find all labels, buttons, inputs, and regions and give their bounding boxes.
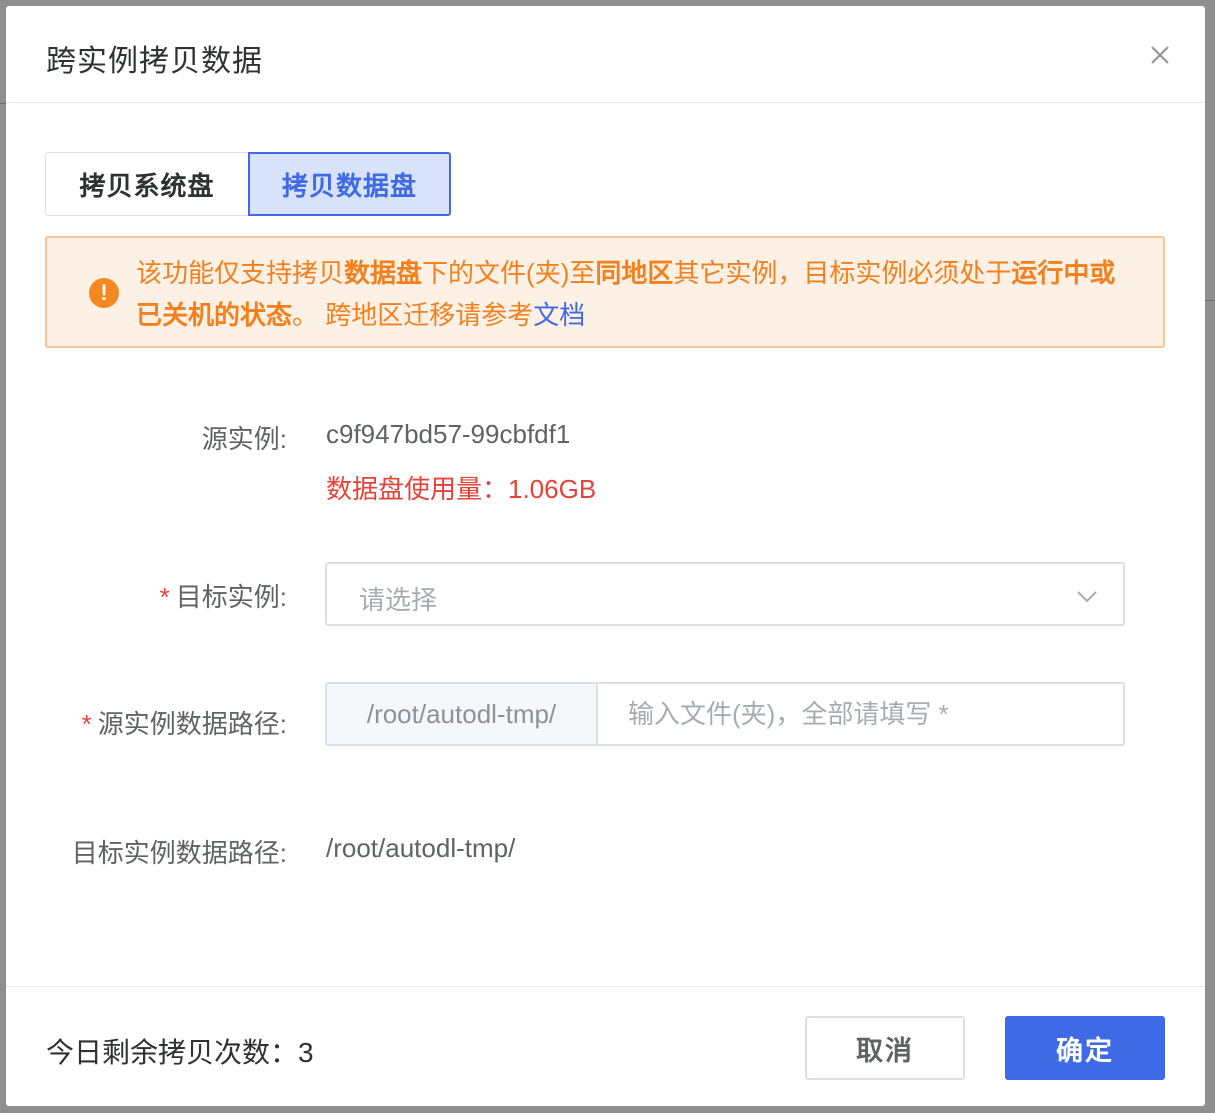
dialog-footer: 今日剩余拷贝次数：3 取消 确定 — [6, 986, 1205, 1106]
source-instance-value: c9f947bd57-99cbfdf1 — [326, 419, 571, 449]
tab-copy-system-disk[interactable]: 拷贝系统盘 — [45, 152, 248, 216]
chevron-down-icon — [1077, 591, 1097, 603]
source-instance-label: 源实例: — [201, 424, 287, 454]
required-mark: * — [81, 709, 92, 739]
backdrop-divider — [1205, 300, 1215, 301]
tab-copy-data-disk[interactable]: 拷贝数据盘 — [248, 152, 451, 216]
source-path-input-group: /root/autodl-tmp/ — [325, 682, 1125, 746]
copy-data-dialog: 跨实例拷贝数据 拷贝系统盘 拷贝数据盘 ! 该功能仅支持拷贝数据盘下的文件(夹)… — [6, 6, 1205, 1106]
dialog-title: 跨实例拷贝数据 — [46, 45, 263, 78]
close-button[interactable] — [1145, 40, 1175, 70]
source-path-input[interactable] — [598, 684, 1123, 744]
close-icon — [1151, 46, 1169, 64]
disk-type-tabs: 拷贝系统盘 拷贝数据盘 — [45, 152, 451, 216]
cancel-button[interactable]: 取消 — [805, 1016, 965, 1080]
warning-alert: ! 该功能仅支持拷贝数据盘下的文件(夹)至同地区其它实例，目标实例必须处于运行中… — [45, 236, 1165, 348]
data-disk-usage: 数据盘使用量：1.06GB — [326, 474, 597, 504]
required-mark: * — [159, 582, 170, 612]
confirm-button[interactable]: 确定 — [1005, 1016, 1165, 1080]
select-placeholder: 请选择 — [359, 585, 438, 615]
dialog-header: 跨实例拷贝数据 — [6, 6, 1205, 103]
target-path-value: /root/autodl-tmp/ — [326, 833, 516, 863]
target-path-label: 目标实例数据路径: — [71, 838, 287, 868]
exclamation-icon: ! — [89, 278, 119, 308]
remaining-copies: 今日剩余拷贝次数：3 — [46, 1037, 314, 1068]
source-path-prefix: /root/autodl-tmp/ — [327, 684, 598, 744]
target-instance-label: * 目标实例: — [159, 582, 287, 612]
alert-message: 该功能仅支持拷贝数据盘下的文件(夹)至同地区其它实例，目标实例必须处于运行中或已… — [136, 258, 1116, 330]
target-instance-select[interactable]: 请选择 — [325, 562, 1125, 626]
docs-link[interactable]: 文档 — [533, 300, 585, 330]
source-path-label: * 源实例数据路径: — [81, 709, 287, 739]
